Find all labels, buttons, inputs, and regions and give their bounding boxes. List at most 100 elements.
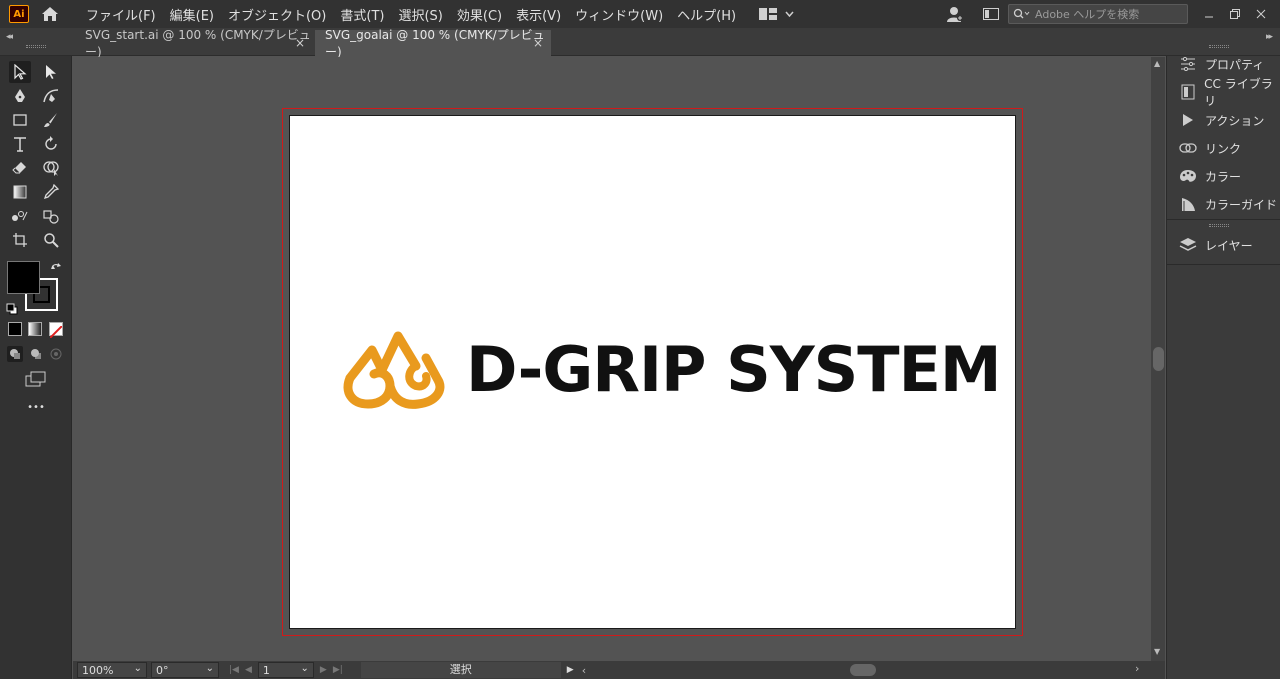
zoom-select[interactable]: 100% ⌄	[77, 662, 147, 678]
panel-links[interactable]: リンク	[1167, 134, 1280, 162]
logo-wordmark[interactable]: D-GRIP SYSTEM	[466, 333, 1002, 406]
menu-select[interactable]: 選択(S)	[391, 5, 449, 24]
edit-toolbar-button[interactable]: •••	[26, 402, 46, 416]
chevron-down-icon: ⌄	[133, 663, 142, 674]
restore-button[interactable]	[1224, 5, 1246, 23]
chevron-down-icon	[785, 11, 794, 17]
first-artboard-icon[interactable]: |◀	[229, 665, 239, 675]
artboard-number-select[interactable]: 1 ⌄	[257, 662, 314, 678]
menu-effect[interactable]: 効果(C)	[450, 5, 509, 24]
panel-color[interactable]: カラー	[1167, 162, 1280, 190]
selection-tool-icon[interactable]	[9, 61, 31, 83]
panel-color-guide[interactable]: カラーガイド	[1167, 190, 1280, 218]
prev-artboard-icon[interactable]: ◀	[245, 665, 252, 675]
menu-window[interactable]: ウィンドウ(W)	[568, 5, 670, 24]
play-icon	[1179, 111, 1197, 129]
draw-inside-icon[interactable]	[48, 346, 64, 362]
scroll-down-icon[interactable]: ▼	[1154, 647, 1160, 656]
direct-selection-tool-icon[interactable]	[40, 61, 62, 83]
shape-builder-tool-icon[interactable]	[40, 157, 62, 179]
gradient-mode-button[interactable]	[28, 322, 42, 336]
zoom-tool-icon[interactable]	[40, 229, 62, 251]
vertical-scrollbar[interactable]: ▲ ▼	[1151, 57, 1165, 661]
panel-grip[interactable]	[1209, 224, 1229, 227]
horizontal-scroll-thumb[interactable]	[850, 664, 876, 676]
workspace-switcher[interactable]	[759, 7, 794, 21]
tab-svg-goal[interactable]: SVG_goalai @ 100 % (CMYK/プレビュー) ×	[315, 28, 551, 59]
panel-dock: プロパティ CC ライブラリ アクション リンク カラー カラーガイド レイヤー	[1166, 45, 1280, 679]
logo-mark[interactable]	[342, 326, 446, 410]
document-tabs: ◂◂ ▸▸ SVG_start.ai @ 100 % (CMYK/プレビュー) …	[0, 28, 1280, 59]
menu-file[interactable]: ファイル(F)	[79, 5, 163, 24]
zoom-value: 100%	[82, 663, 114, 677]
fill-swatch[interactable]	[7, 261, 40, 294]
last-artboard-icon[interactable]: ▶|	[333, 665, 343, 675]
toolbar-grip[interactable]	[26, 45, 46, 48]
menu-object[interactable]: オブジェクト(O)	[221, 5, 333, 24]
rotation-select[interactable]: 0° ⌄	[151, 662, 219, 678]
scroll-left-icon[interactable]: ‹	[582, 664, 586, 677]
rotate-tool-icon[interactable]	[40, 133, 62, 155]
eraser-tool-icon[interactable]	[9, 157, 31, 179]
status-info[interactable]: 選択	[360, 662, 561, 678]
artboard[interactable]: D-GRIP SYSTEM	[289, 115, 1016, 629]
user-icon[interactable]	[944, 3, 966, 25]
panel-label: カラー	[1205, 169, 1242, 184]
home-icon[interactable]	[39, 3, 61, 25]
menu-type[interactable]: 書式(T)	[333, 5, 391, 24]
draw-behind-icon[interactable]	[28, 346, 44, 362]
panel-label: リンク	[1205, 141, 1242, 156]
color-mode-button[interactable]	[8, 322, 22, 336]
properties-icon	[1179, 55, 1197, 73]
curvature-tool-icon[interactable]	[40, 85, 62, 107]
tab-close-icon[interactable]: ×	[295, 36, 305, 50]
status-bar: 100% ⌄ 0° ⌄ |◀ ◀ 1 ⌄ ▶ ▶| 選択 ▶ ‹ ›	[73, 661, 1165, 679]
collapse-toolbar-icon[interactable]: ◂◂	[6, 32, 13, 42]
menu-bar: Ai ファイル(F) 編集(E) オブジェクト(O) 書式(T) 選択(S) 効…	[0, 0, 1280, 28]
symbol-sprayer-tool-icon[interactable]	[40, 205, 62, 227]
menu-help[interactable]: ヘルプ(H)	[670, 5, 743, 24]
tab-label: SVG_goalai @ 100 % (CMYK/プレビュー)	[325, 28, 545, 59]
pen-tool-icon[interactable]	[9, 85, 31, 107]
blend-tool-icon[interactable]	[9, 205, 31, 227]
swap-fill-stroke-icon[interactable]	[50, 260, 62, 272]
scroll-right-icon[interactable]: ›	[1135, 662, 1139, 675]
menu-edit[interactable]: 編集(E)	[163, 5, 221, 24]
draw-normal-icon[interactable]	[7, 346, 23, 362]
help-search-input[interactable]: Adobe ヘルプを検索	[1008, 4, 1188, 24]
rectangle-tool-icon[interactable]	[9, 109, 31, 131]
main-menu: ファイル(F) 編集(E) オブジェクト(O) 書式(T) 選択(S) 効果(C…	[79, 5, 743, 24]
panel-properties[interactable]: プロパティ	[1167, 50, 1280, 78]
tab-close-icon[interactable]: ×	[533, 36, 543, 50]
artboard-number: 1	[262, 663, 270, 677]
none-mode-button[interactable]	[49, 322, 63, 339]
panel-layers[interactable]: レイヤー	[1167, 231, 1280, 259]
panel-grip[interactable]	[1209, 45, 1229, 48]
menu-view[interactable]: 表示(V)	[509, 5, 568, 24]
eyedropper-tool-icon[interactable]	[40, 181, 62, 203]
paintbrush-tool-icon[interactable]	[40, 109, 62, 131]
canvas-area[interactable]: D-GRIP SYSTEM ▲ ▼	[73, 57, 1165, 661]
collapse-panels-icon[interactable]: ▸▸	[1266, 32, 1273, 42]
vertical-scroll-thumb[interactable]	[1153, 347, 1164, 371]
next-artboard-icon[interactable]: ▶	[320, 665, 327, 675]
scroll-up-icon[interactable]: ▲	[1154, 59, 1160, 68]
status-text: 選択	[449, 663, 472, 676]
app-logo: Ai	[9, 5, 29, 23]
default-colors-icon[interactable]	[6, 300, 18, 315]
close-window-button[interactable]	[1250, 5, 1272, 23]
artboard-tool-icon[interactable]	[9, 229, 31, 251]
libraries-icon	[1179, 83, 1196, 101]
panel-cc-libraries[interactable]: CC ライブラリ	[1167, 77, 1280, 108]
type-tool-icon[interactable]	[9, 133, 31, 155]
screen-mode-icon[interactable]	[25, 370, 47, 388]
menubar-right: Adobe ヘルプを検索	[944, 0, 1280, 28]
panel-toggle-icon[interactable]	[980, 3, 1002, 25]
panel-label: レイヤー	[1205, 238, 1253, 253]
search-placeholder: Adobe ヘルプを検索	[1035, 8, 1140, 21]
gradient-tool-icon[interactable]	[9, 181, 31, 203]
minimize-button[interactable]	[1198, 5, 1220, 23]
status-menu-icon[interactable]: ▶	[567, 665, 574, 675]
panel-actions[interactable]: アクション	[1167, 106, 1280, 134]
tab-svg-start[interactable]: SVG_start.ai @ 100 % (CMYK/プレビュー) ×	[75, 28, 313, 59]
